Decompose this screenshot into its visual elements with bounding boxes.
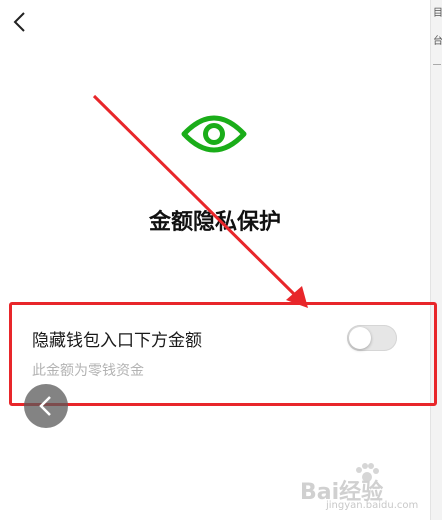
side-panel-glyph: 台 xyxy=(433,36,442,47)
chevron-left-icon xyxy=(39,396,51,416)
back-button[interactable] xyxy=(8,8,32,36)
side-panel-glyph: 目 xyxy=(433,8,442,19)
watermark-url: jingyan.baidu.com xyxy=(326,500,419,511)
page-title: 金额隐私保护 xyxy=(148,210,281,235)
setting-description: 此金额为零钱资金 xyxy=(32,363,144,379)
privacy-settings-screen: 金额隐私保护 隐藏钱包入口下方金额 此金额为零钱资金 xyxy=(0,0,430,520)
floating-back-button[interactable] xyxy=(24,384,68,428)
side-panel-strip: 目 台 xyxy=(430,0,442,520)
setting-label: 隐藏钱包入口下方金额 xyxy=(32,331,202,351)
watermark: Bai经验 jingyan.baidu.com xyxy=(300,462,430,516)
toggle-knob xyxy=(349,327,371,349)
chevron-left-icon xyxy=(13,12,25,32)
hide-amount-toggle[interactable] xyxy=(347,325,397,351)
side-panel-divider xyxy=(433,64,441,65)
eye-icon xyxy=(181,115,247,153)
